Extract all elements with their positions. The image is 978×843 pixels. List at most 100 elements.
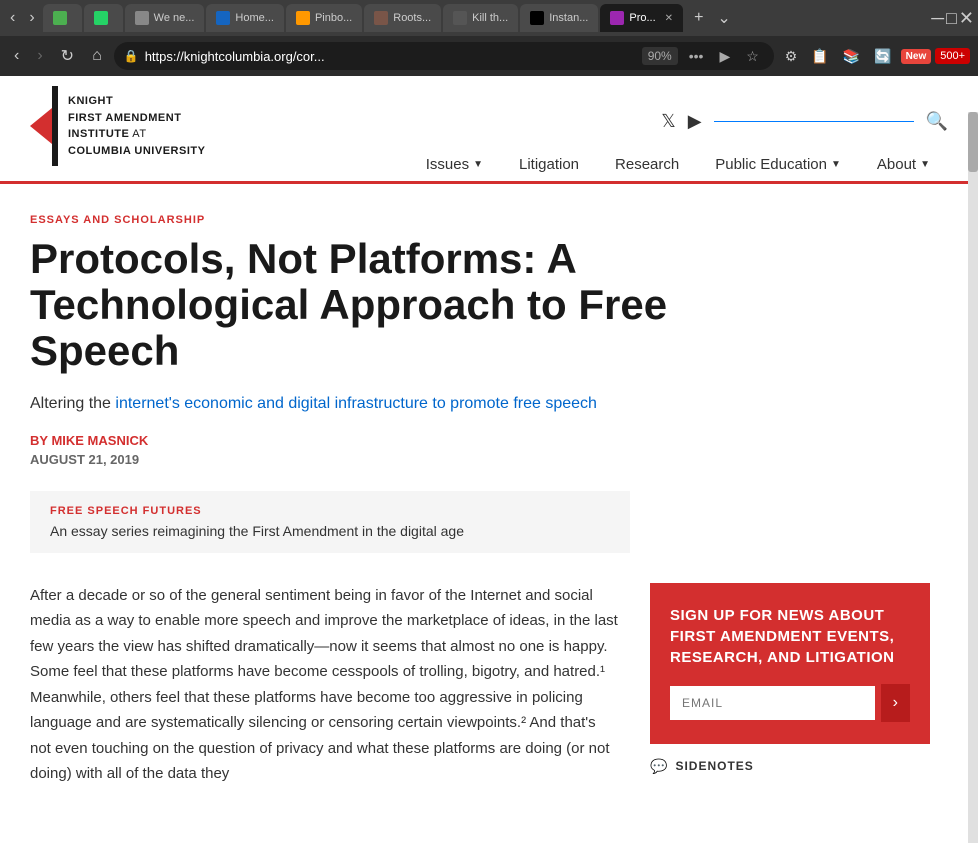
scrollbar[interactable] xyxy=(968,112,978,843)
article-subtitle: Altering the internet's economic and dig… xyxy=(30,395,930,413)
reload-button[interactable]: ↻ xyxy=(55,42,80,70)
logo-text: KNIGHT FIRST AMENDMENT INSTITUTE at COLU… xyxy=(68,93,205,159)
main-nav: Issues ▼ Litigation Research Public Educ… xyxy=(408,148,948,181)
tab-favicon xyxy=(135,11,149,25)
sidenotes-label: SIDENOTES xyxy=(675,759,753,773)
logo-bar xyxy=(52,86,58,166)
nav-arrow-public-ed: ▼ xyxy=(831,159,841,170)
logo-line4: COLUMBIA UNIVERSITY xyxy=(68,143,205,160)
youtube-icon[interactable]: ▶ xyxy=(688,111,702,132)
twitter-icon[interactable]: 𝕏 xyxy=(661,111,676,132)
tab-label: Kill th... xyxy=(472,12,508,24)
sidenotes-bar: 💬 SIDENOTES xyxy=(650,758,930,775)
article-first-paragraph: After a decade or so of the general sent… xyxy=(30,583,620,787)
email-submit-button[interactable]: › xyxy=(881,684,910,722)
tab-list-forward[interactable]: › xyxy=(23,5,40,31)
section-tag: ESSAYS AND SCHOLARSHIP xyxy=(30,214,930,226)
tab-pro-active[interactable]: Pro... ✕ xyxy=(600,4,683,32)
zoom-level: 90% xyxy=(642,47,678,65)
tab-label: Instan... xyxy=(549,12,588,24)
address-bar-wrapper: 🔒 90% ••• ▶ ☆ xyxy=(114,42,774,70)
article-title: Protocols, Not Platforms: A Technologica… xyxy=(30,236,780,375)
nav-arrow-issues: ▼ xyxy=(473,159,483,170)
star-icon[interactable]: ☆ xyxy=(741,45,764,68)
logo-symbol xyxy=(30,86,58,166)
email-row: › xyxy=(670,684,910,722)
search-bar-line xyxy=(714,121,914,122)
toolbar-icons: ⚙ 📋 📚 🔄 New 500+ xyxy=(780,45,970,68)
firefox-sync-icon[interactable]: 🔄 xyxy=(869,45,896,68)
nav-item-issues[interactable]: Issues ▼ xyxy=(408,148,501,181)
logo-area: KNIGHT FIRST AMENDMENT INSTITUTE at COLU… xyxy=(30,86,205,181)
nav-item-research[interactable]: Research xyxy=(597,148,697,181)
subtitle-link[interactable]: internet's economic and digital infrastr… xyxy=(115,395,597,412)
article-date: AUGUST 21, 2019 xyxy=(30,452,930,467)
nav-item-litigation[interactable]: Litigation xyxy=(501,148,597,181)
lock-icon: 🔒 xyxy=(124,49,139,63)
nav-item-about[interactable]: About ▼ xyxy=(859,148,948,181)
byline: BY MIKE MASNICK xyxy=(30,433,930,448)
minimize-button[interactable]: ─ xyxy=(931,8,944,29)
site-header: KNIGHT FIRST AMENDMENT INSTITUTE at COLU… xyxy=(0,76,978,184)
tab-close-icon[interactable]: ✕ xyxy=(665,13,673,24)
social-search: 𝕏 ▶ 🔍 xyxy=(661,111,948,132)
series-desc: An essay series reimagining the First Am… xyxy=(50,523,610,539)
tab-pinbo[interactable]: Pinbo... xyxy=(286,4,362,32)
tab-list-back[interactable]: ‹ xyxy=(4,5,21,31)
toolbar: ‹ › ↻ ⌂ 🔒 90% ••• ▶ ☆ ⚙ 📋 📚 🔄 New 500+ xyxy=(0,36,978,76)
close-button[interactable]: ✕ xyxy=(959,8,974,29)
tab-phone[interactable] xyxy=(43,4,82,32)
search-button[interactable]: 🔍 xyxy=(926,111,948,132)
sidenotes-icon: 💬 xyxy=(650,758,667,775)
author-link[interactable]: MIKE MASNICK xyxy=(51,433,148,448)
more-button[interactable]: ••• xyxy=(684,45,709,67)
tab-bar: ‹ › We ne... Home... Pinbo... Roots... xyxy=(0,0,978,36)
content-area: ESSAYS AND SCHOLARSHIP Protocols, Not Pl… xyxy=(0,184,960,807)
scrollbar-thumb[interactable] xyxy=(968,112,978,172)
tab-actions: + ⌄ xyxy=(689,6,736,30)
email-input[interactable] xyxy=(670,686,875,720)
tab-label: Pro... xyxy=(629,12,655,24)
tab-home[interactable]: Home... xyxy=(206,4,284,32)
nav-item-public-education[interactable]: Public Education ▼ xyxy=(697,148,859,181)
tab-roots[interactable]: Roots... xyxy=(364,4,441,32)
pocket-toolbar-icon[interactable]: 📋 xyxy=(806,45,833,68)
sidebar-signup: SIGN UP FOR NEWS ABOUT FIRST AMENDMENT E… xyxy=(650,583,930,787)
logo-line3: INSTITUTE at xyxy=(68,126,205,143)
two-col-layout: After a decade or so of the general sent… xyxy=(30,583,930,787)
forward-button[interactable]: › xyxy=(31,43,48,69)
tab-favicon xyxy=(94,11,108,25)
tab-favicon xyxy=(53,11,67,25)
back-button[interactable]: ‹ xyxy=(8,43,25,69)
tab-kill[interactable]: Kill th... xyxy=(443,4,518,32)
maximize-button[interactable]: □ xyxy=(946,8,957,29)
new-badge: New xyxy=(901,49,932,64)
signup-title: SIGN UP FOR NEWS ABOUT FIRST AMENDMENT E… xyxy=(670,605,910,668)
library-icon[interactable]: 📚 xyxy=(838,45,865,68)
series-tag: FREE SPEECH FUTURES xyxy=(50,505,610,517)
address-input[interactable] xyxy=(145,49,636,64)
tab-label: Roots... xyxy=(393,12,431,24)
tab-favicon xyxy=(374,11,388,25)
addon-icon-1[interactable]: 500+ xyxy=(935,48,970,64)
tab-instan[interactable]: Instan... xyxy=(520,4,598,32)
tab-favicon xyxy=(530,11,544,25)
logo-triangle xyxy=(30,108,52,144)
tab-favicon xyxy=(453,11,467,25)
tab-whatsapp[interactable] xyxy=(84,4,123,32)
pocket-icon[interactable]: ▶ xyxy=(714,45,735,68)
tab-favicon xyxy=(610,11,624,25)
tab-label: Pinbo... xyxy=(315,12,352,24)
tab-label: We ne... xyxy=(154,12,195,24)
new-tab-button[interactable]: + xyxy=(689,7,708,29)
tab-favicon xyxy=(216,11,230,25)
tab-label: Home... xyxy=(235,12,274,24)
nav-arrow-about: ▼ xyxy=(920,159,930,170)
logo-line2: FIRST AMENDMENT xyxy=(68,110,205,127)
home-button[interactable]: ⌂ xyxy=(86,43,108,69)
extensions-button[interactable]: ⚙ xyxy=(780,45,803,68)
tab-we[interactable]: We ne... xyxy=(125,4,205,32)
series-box: FREE SPEECH FUTURES An essay series reim… xyxy=(30,491,630,553)
article-body: After a decade or so of the general sent… xyxy=(30,583,620,787)
tab-list-dropdown[interactable]: ⌄ xyxy=(712,6,735,30)
